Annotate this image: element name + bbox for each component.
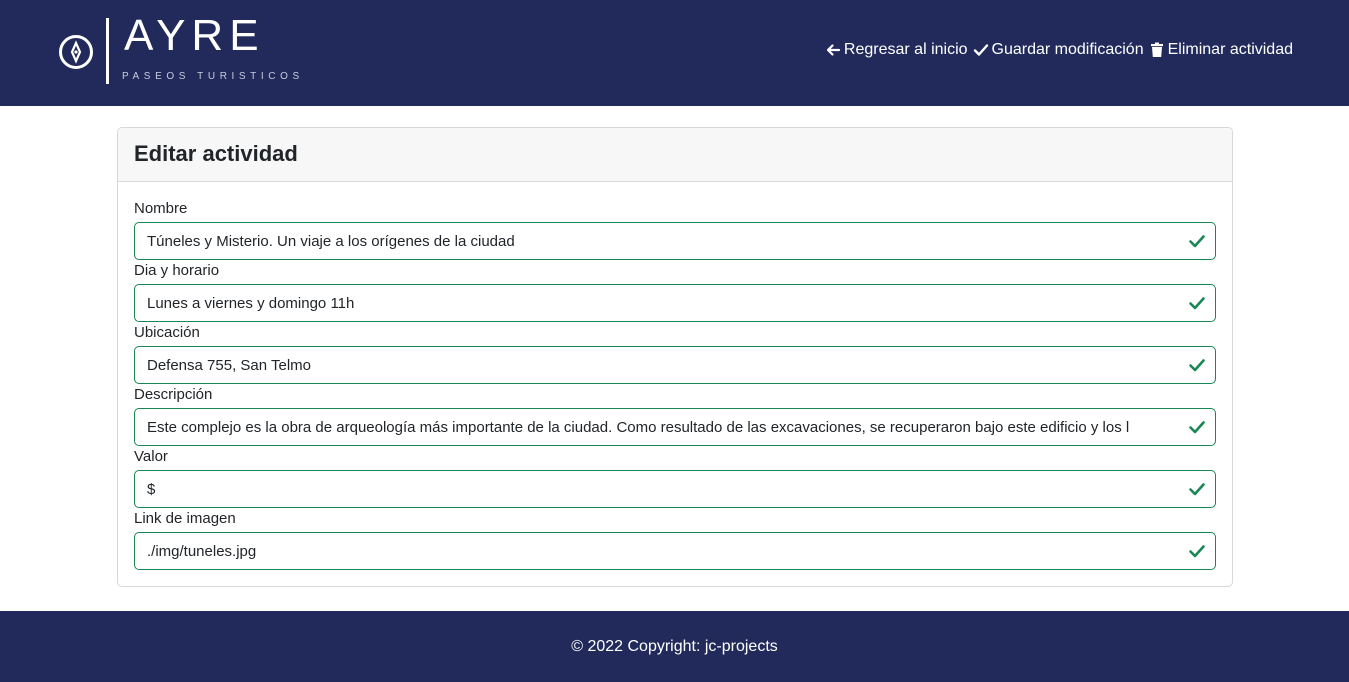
- field-ubicacion: Ubicación: [134, 324, 1216, 384]
- card-header: Editar actividad: [118, 128, 1232, 182]
- valid-check-icon: [1189, 235, 1205, 248]
- field-label: Ubicación: [134, 324, 200, 341]
- back-home-link[interactable]: Regresar al inicio: [825, 41, 968, 59]
- field-descripcion: Descripción: [134, 386, 1216, 446]
- arrow-left-icon: [825, 42, 841, 58]
- field-label: Link de imagen: [134, 510, 236, 527]
- back-home-label: Regresar al inicio: [843, 41, 968, 58]
- nombre-input[interactable]: [134, 222, 1216, 260]
- field-label: Valor: [134, 448, 168, 465]
- link-imagen-input[interactable]: [134, 532, 1216, 570]
- valid-check-icon: [1189, 421, 1205, 434]
- logo-divider: [106, 18, 109, 84]
- navbar: AYRE PASEOS TURISTICOS Regresar al inici…: [0, 0, 1349, 106]
- nav-links: Regresar al inicio Guardar modificación …: [825, 41, 1293, 59]
- valid-check-icon: [1189, 545, 1205, 558]
- brand-name[interactable]: AYRE: [124, 10, 265, 62]
- field-nombre: Nombre: [134, 200, 1216, 260]
- valid-check-icon: [1189, 297, 1205, 310]
- field-valor: Valor: [134, 448, 1216, 508]
- compass-icon: [59, 35, 93, 69]
- descripcion-input[interactable]: [134, 408, 1216, 446]
- field-label: Dia y horario: [134, 262, 220, 279]
- edit-activity-form: Nombre Dia y horario Ubicación Descripci…: [118, 182, 1232, 570]
- copyright-text: © 2022 Copyright: jc-projects: [571, 637, 778, 655]
- page-title: Editar actividad: [134, 141, 298, 166]
- field-label: Nombre: [134, 200, 188, 217]
- save-changes-link[interactable]: Guardar modificación: [973, 41, 1144, 59]
- valid-check-icon: [1189, 483, 1205, 496]
- brand-tagline: PASEOS TURISTICOS: [122, 71, 304, 82]
- trash-icon: [1149, 42, 1165, 58]
- footer: © 2022 Copyright: jc-projects: [0, 611, 1349, 682]
- delete-activity-link[interactable]: Eliminar actividad: [1149, 41, 1293, 59]
- delete-activity-label: Eliminar actividad: [1167, 41, 1293, 58]
- field-link-imagen: Link de imagen: [134, 510, 1216, 570]
- check-icon: [973, 42, 989, 58]
- field-label: Descripción: [134, 386, 213, 403]
- save-changes-label: Guardar modificación: [991, 41, 1144, 58]
- ubicacion-input[interactable]: [134, 346, 1216, 384]
- field-dia-horario: Dia y horario: [134, 262, 1216, 322]
- valor-input[interactable]: [134, 470, 1216, 508]
- edit-activity-card: Editar actividad Nombre Dia y horario Ub…: [117, 127, 1233, 587]
- valid-check-icon: [1189, 359, 1205, 372]
- dia-horario-input[interactable]: [134, 284, 1216, 322]
